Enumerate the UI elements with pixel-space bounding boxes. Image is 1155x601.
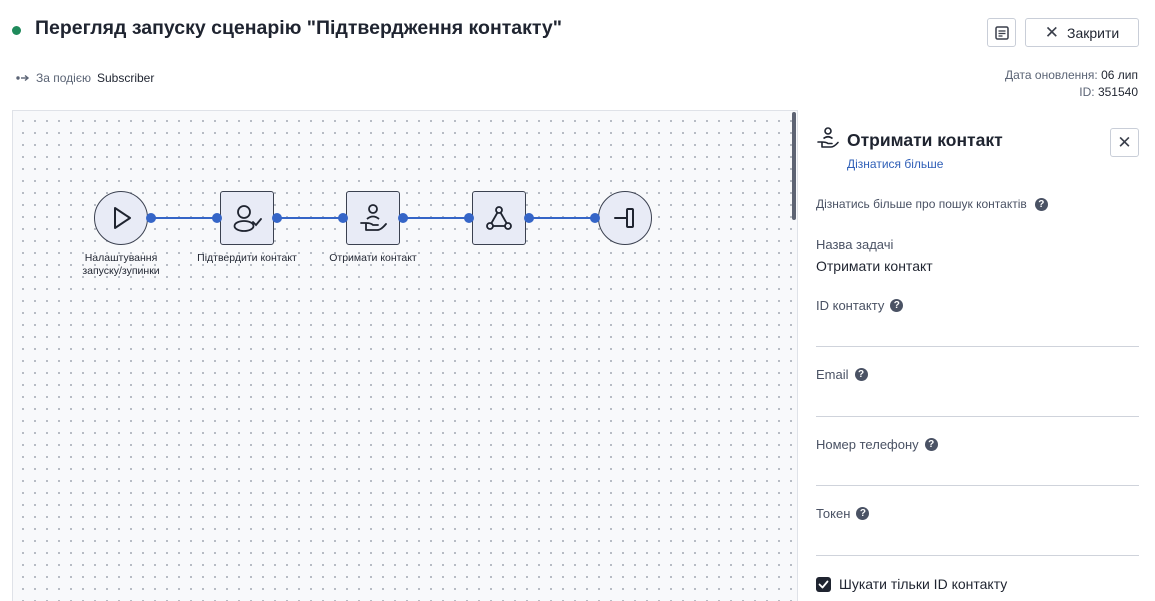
contacts-help: Дізнатись більше про пошук контактів ? [816, 197, 1048, 211]
contacts-help-text: Дізнатись більше про пошук контактів [816, 197, 1027, 211]
flow-port[interactable] [398, 213, 408, 223]
scenario-meta: Дата оновлення: 06 лип ID: 351540 [1005, 67, 1138, 101]
status-dot [12, 26, 21, 35]
close-button[interactable]: ✕ Закрити [1025, 18, 1139, 47]
contact-id-field[interactable] [816, 320, 1139, 340]
flow-node-start[interactable] [94, 191, 148, 245]
email-underline [816, 416, 1139, 417]
help-icon[interactable]: ? [856, 507, 870, 520]
flow-canvas[interactable] [12, 110, 798, 601]
flow-edge [276, 217, 343, 219]
flow-port[interactable] [590, 213, 600, 223]
help-icon[interactable]: ? [924, 438, 938, 451]
phone-label: Номер телефону ? [816, 437, 938, 452]
check-icon [818, 580, 829, 588]
id-value: 351540 [1097, 85, 1138, 99]
flow-port[interactable] [524, 213, 534, 223]
contact-id-only-checkbox[interactable] [816, 576, 831, 592]
updated-value: 06 лип [1101, 68, 1138, 82]
help-icon[interactable]: ? [854, 368, 868, 381]
task-panel: Отримати контакт Дізнатися більше ✕ Дізн… [816, 110, 1155, 601]
learn-more-link[interactable]: Дізнатися більше [847, 157, 943, 171]
trigger-arrow-icon [16, 74, 30, 82]
contact-id-only-option: Шукати тільки ID контакту [816, 576, 1007, 592]
flow-node-label: Отримати контакт [329, 252, 417, 264]
page-title: Перегляд запуску сценарію "Підтвердження… [35, 17, 563, 39]
updated-date: Дата оновлення: 06 лип [1005, 67, 1138, 84]
trigger-info: За подією Subscriber [16, 71, 154, 85]
notes-button[interactable] [987, 18, 1016, 47]
contact-id-label: ID контакту ? [816, 298, 904, 313]
panel-close-button[interactable]: ✕ [1110, 128, 1139, 157]
updated-label: Дата оновлення: [1005, 68, 1098, 82]
token-label: Токен ? [816, 506, 870, 521]
canvas-scrollbar[interactable] [792, 112, 796, 220]
flow-port[interactable] [212, 213, 222, 223]
page-header: Перегляд запуску сценарію "Підтвердження… [0, 0, 1155, 108]
flow-node-label: Підтвердити контакт [197, 252, 297, 264]
close-button-label: Закрити [1067, 24, 1120, 41]
trigger-value: Subscriber [96, 71, 155, 85]
flow-node-webhook[interactable] [472, 191, 526, 245]
email-label: Email ? [816, 367, 868, 382]
user-check-icon [233, 205, 262, 232]
scenario-id: ID: 351540 [1005, 84, 1138, 101]
id-label: ID: [1079, 85, 1095, 99]
task-name-value: Отримати контакт [816, 258, 933, 274]
flow-edge [528, 217, 595, 219]
flow-port[interactable] [272, 213, 282, 223]
email-field[interactable] [816, 390, 1139, 410]
close-icon: ✕ [1117, 132, 1132, 152]
trigger-label: За подією [36, 71, 91, 85]
help-icon[interactable]: ? [890, 299, 904, 312]
task-name-label: Назва задачі [816, 237, 894, 252]
flow-edge [150, 217, 217, 219]
panel-title: Отримати контакт [847, 130, 1003, 150]
close-icon: ✕ [1044, 23, 1060, 42]
webhook-icon [486, 206, 512, 230]
play-icon [114, 207, 131, 229]
token-underline [816, 555, 1139, 556]
flow-node-exit[interactable] [598, 191, 652, 245]
phone-field[interactable] [816, 460, 1139, 480]
contact-id-underline [816, 346, 1139, 347]
flow-node-label: Налаштування запуску/зупинки [82, 252, 160, 277]
notes-icon [994, 25, 1009, 40]
flow-port[interactable] [338, 213, 348, 223]
help-icon[interactable]: ? [1034, 197, 1048, 211]
contact-id-only-label: Шукати тільки ID контакту [839, 576, 1008, 592]
phone-underline [816, 485, 1139, 486]
hand-user-icon [360, 204, 387, 231]
flow-port[interactable] [464, 213, 474, 223]
token-field[interactable] [816, 529, 1139, 549]
flow-node-confirm-contact[interactable] [220, 191, 274, 245]
exit-icon [614, 208, 634, 228]
flow-node-get-contact[interactable] [346, 191, 400, 245]
hand-user-icon [817, 127, 839, 148]
flow-edge [402, 217, 469, 219]
flow-port[interactable] [146, 213, 156, 223]
